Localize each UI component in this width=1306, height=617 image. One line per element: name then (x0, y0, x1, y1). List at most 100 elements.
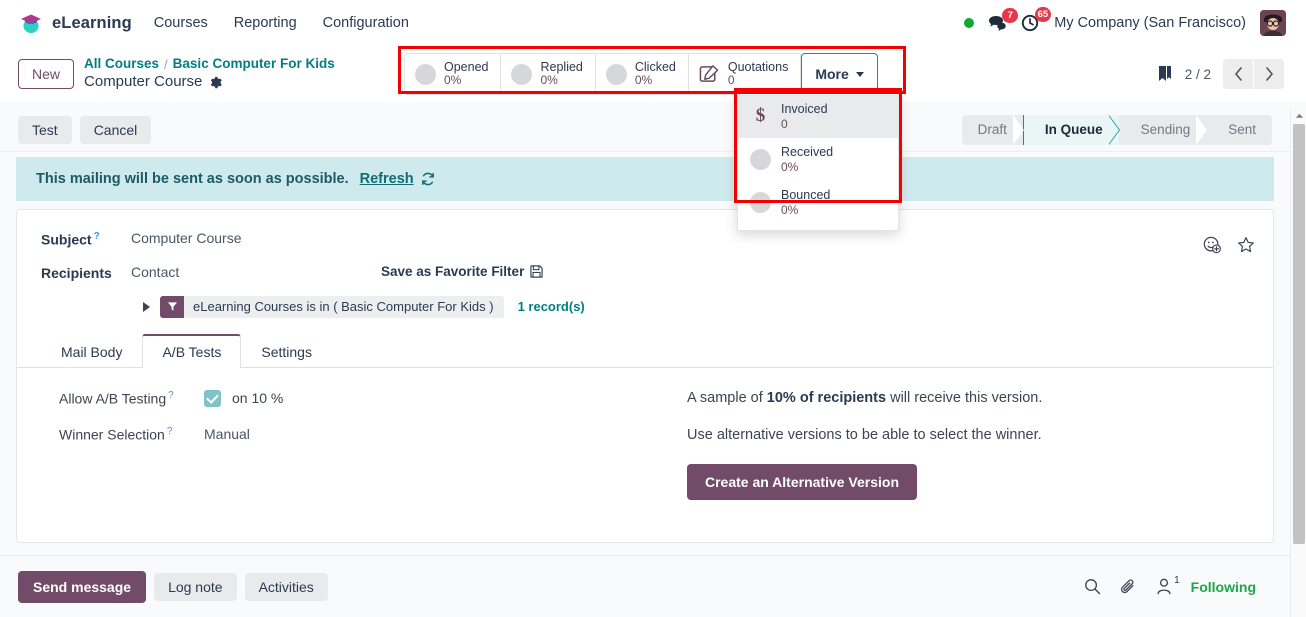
stat-label: Quotations (727, 60, 789, 74)
dollar-icon: $ (755, 105, 766, 127)
alert-message: This mailing will be sent as soon as pos… (36, 171, 349, 187)
search-icon[interactable] (1084, 578, 1101, 595)
chevron-left-icon[interactable] (1223, 59, 1253, 89)
bookmark-icon[interactable] (1157, 65, 1173, 83)
chevron-right-icon[interactable] (1254, 59, 1284, 89)
field-subject: Subject? Computer Course (41, 230, 1249, 248)
domain-filter-chip[interactable]: eLearning Courses is in ( Basic Computer… (160, 295, 504, 318)
clock-icon[interactable]: 65 (1021, 7, 1052, 32)
save-favorite-filter-button[interactable]: Save as Favorite Filter (381, 264, 543, 279)
mailing-queue-alert: This mailing will be sent as soon as pos… (16, 157, 1274, 201)
stat-value: 0% (540, 73, 558, 88)
refresh-icon[interactable] (421, 172, 435, 186)
progress-circle-icon (750, 148, 771, 170)
stat-button-quotations[interactable]: Quotations 0 (687, 53, 802, 96)
menu-item-value: 0% (781, 202, 799, 217)
stage-sending[interactable]: Sending (1119, 114, 1207, 145)
mailing-stat-buttons: Opened 0% Replied 0% Clicked 0% Quotatio… (404, 53, 878, 96)
more-dropdown-button[interactable]: More (801, 53, 878, 96)
sheet-tools (1203, 236, 1255, 254)
pager-count: 2 / 2 (1184, 66, 1211, 82)
field-recipients: Recipients Contact Save as Favorite Filt… (41, 264, 1249, 318)
new-button[interactable]: New (18, 59, 75, 89)
stage-sent[interactable]: Sent (1206, 115, 1272, 145)
messages-badge: 7 (1002, 7, 1019, 23)
progress-circle-icon (750, 191, 771, 213)
following-toggle[interactable]: Following (1191, 579, 1256, 595)
pager: 2 / 2 (1157, 59, 1288, 89)
stat-label: Clicked (634, 60, 676, 74)
stat-button-opened[interactable]: Opened 0% (404, 53, 501, 96)
log-note-button[interactable]: Log note (154, 572, 237, 601)
menu-item-invoiced[interactable]: $ Invoiced 0 (738, 95, 898, 138)
menu-item-label: Bounced (781, 187, 831, 202)
stat-value: 0 (727, 73, 735, 88)
floppy-disk-icon (530, 265, 543, 278)
refresh-link[interactable]: Refresh (360, 171, 414, 187)
chatter-tools: 1 Following (1084, 575, 1272, 595)
gear-icon[interactable] (209, 76, 223, 89)
help-icon[interactable]: ? (167, 426, 173, 437)
scroll-up-arrow-icon[interactable] (1291, 108, 1306, 122)
form-action-bar: Test Cancel Draft In Queue Sending Sent (0, 108, 1290, 152)
menu-item-received[interactable]: Received 0% (738, 138, 898, 181)
page-title-row: Computer Course (84, 73, 335, 92)
followers-button[interactable]: 1 (1156, 575, 1180, 595)
menu-item-label: Invoiced (781, 102, 828, 116)
breadcrumb-links: All Courses / Basic Computer For Kids (84, 56, 335, 73)
alternative-info-line: Use alternative versions to be able to s… (687, 426, 1042, 443)
vertical-scrollbar[interactable] (1290, 108, 1306, 617)
menu-item-bounced[interactable]: Bounced 0% (738, 181, 898, 224)
chat-bubble-icon[interactable]: 7 (988, 7, 1019, 32)
stage-in-queue[interactable]: In Queue (1022, 114, 1120, 145)
progress-circle-icon (605, 63, 627, 85)
subject-label: Subject? (41, 231, 100, 248)
stat-label: Opened (444, 60, 489, 74)
nav-menu: Courses Reporting Configuration (154, 11, 409, 35)
graduation-cap-icon (18, 10, 44, 36)
company-switcher[interactable]: My Company (San Francisco) (1054, 15, 1246, 31)
paperclip-icon[interactable] (1120, 578, 1137, 595)
recipients-model-select[interactable]: Contact (131, 264, 381, 280)
send-message-button[interactable]: Send message (18, 570, 147, 603)
nav-item-configuration[interactable]: Configuration (323, 11, 409, 35)
nav-item-reporting[interactable]: Reporting (234, 11, 297, 35)
tabpane-ab-tests: Allow A/B Testing? on 10 % Winner Select… (41, 368, 1249, 500)
navbar-right-group: 7 65 My Company (San Francisco) (964, 7, 1294, 36)
star-outline-icon[interactable] (1237, 236, 1255, 254)
test-button[interactable]: Test (18, 115, 72, 144)
status-bar: Draft In Queue Sending Sent (961, 114, 1272, 145)
app-brand[interactable]: eLearning (12, 10, 132, 36)
winner-selection-select[interactable]: Manual (204, 426, 250, 442)
online-status-dot (964, 18, 975, 28)
breadcrumb-parent[interactable]: Basic Computer For Kids (173, 56, 335, 73)
allow-ab-testing-checkbox[interactable] (204, 389, 221, 407)
add-reaction-icon[interactable] (1203, 236, 1221, 254)
recipients-label: Recipients (41, 264, 112, 281)
help-icon[interactable]: ? (168, 390, 174, 401)
record-count-link[interactable]: 1 record(s) (518, 299, 585, 314)
stat-button-clicked[interactable]: Clicked 0% (594, 53, 688, 96)
activities-badge: 65 (1034, 7, 1052, 22)
menu-item-value: 0 (781, 116, 788, 131)
tab-settings[interactable]: Settings (241, 334, 332, 368)
stage-draft[interactable]: Draft (962, 114, 1025, 145)
help-icon[interactable]: ? (94, 231, 100, 242)
tab-ab-tests[interactable]: A/B Tests (142, 333, 242, 368)
caret-right-icon[interactable] (143, 301, 150, 312)
stat-button-replied[interactable]: Replied 0% (500, 53, 595, 96)
cancel-button[interactable]: Cancel (79, 115, 152, 144)
winner-selection-label: Winner Selection? (59, 425, 173, 443)
avatar[interactable] (1260, 10, 1286, 36)
allow-ab-testing-suffix: on 10 % (232, 390, 284, 407)
activities-button[interactable]: Activities (244, 572, 328, 601)
stat-value: 0% (634, 73, 653, 88)
domain-filter-row: eLearning Courses is in ( Basic Computer… (131, 295, 1249, 318)
menu-item-value: 0% (781, 159, 799, 174)
breadcrumb-all-courses[interactable]: All Courses (84, 56, 159, 73)
scrollbar-thumb[interactable] (1293, 124, 1305, 544)
nav-item-courses[interactable]: Courses (154, 11, 208, 35)
subject-input[interactable]: Computer Course (131, 230, 242, 246)
create-alternative-version-button[interactable]: Create an Alternative Version (687, 463, 918, 500)
tab-mail-body[interactable]: Mail Body (41, 334, 142, 368)
